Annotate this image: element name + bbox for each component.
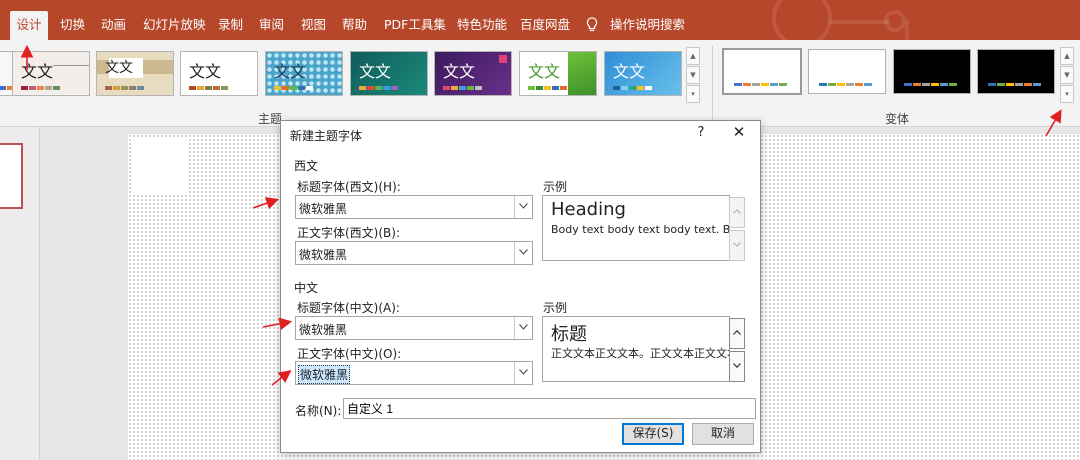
- new-theme-fonts-dialog: 新建主题字体 ? ✕ 西文 标题字体(西文)(H): 微软雅黑 正文字体(西文)…: [280, 120, 761, 453]
- ribbon-tab-bar: 设计 切换 动画 幻灯片放映 录制 审阅 视图 帮助 PDF工具集 特色功能 百…: [0, 0, 1080, 40]
- western-heading-font-label: 标题字体(西文)(H):: [297, 180, 401, 194]
- preview-body-text: 正文文本正文文本。正文文本正文文本。: [551, 347, 730, 360]
- theme-thumbnail[interactable]: 文文: [434, 51, 512, 96]
- western-font-preview: Heading Body text body text body text. B…: [542, 195, 730, 261]
- chinese-sample-label: 示例: [543, 301, 568, 315]
- slide-thumbnail[interactable]: [0, 143, 23, 209]
- theme-thumbnail[interactable]: 文文: [180, 51, 258, 96]
- preview-scroll-up[interactable]: [729, 197, 745, 228]
- preview-heading-text: Heading: [551, 199, 626, 220]
- help-button[interactable]: ?: [693, 125, 709, 140]
- themes-group-label: 主题: [258, 112, 283, 126]
- chinese-group-title: 中文: [294, 281, 319, 295]
- tab-animations[interactable]: 动画: [101, 13, 126, 40]
- western-heading-font-select[interactable]: 微软雅黑: [295, 195, 533, 219]
- preview-scroll-down[interactable]: [729, 351, 745, 382]
- chinese-body-font-select[interactable]: 微软雅黑: [295, 361, 533, 385]
- theme-thumbnail[interactable]: 文文: [265, 51, 343, 96]
- tab-record[interactable]: 录制: [218, 13, 243, 40]
- western-body-font-label: 正文字体(西文)(B):: [297, 226, 401, 240]
- chinese-font-preview: 标题 正文文本正文文本。正文文本正文文本。: [542, 316, 730, 382]
- save-button[interactable]: 保存(S): [622, 423, 684, 445]
- tab-design[interactable]: 设计: [10, 11, 48, 40]
- chinese-heading-font-select[interactable]: 微软雅黑: [295, 316, 533, 340]
- theme-thumbnail[interactable]: 文文: [96, 51, 174, 96]
- chevron-down-icon[interactable]: [514, 317, 532, 339]
- close-icon[interactable]: ✕: [730, 123, 748, 141]
- preview-body-text: Body text body text body text. Body: [551, 223, 730, 236]
- chevron-down-icon[interactable]: [514, 362, 532, 384]
- chevron-down-icon[interactable]: [514, 242, 532, 264]
- variant-thumbnail[interactable]: [977, 49, 1055, 94]
- chevron-down-icon[interactable]: [514, 196, 532, 218]
- tab-slideshow[interactable]: 幻灯片放映: [143, 13, 206, 40]
- chinese-body-font-label: 正文字体(中文)(O):: [297, 347, 402, 361]
- decor-line: [905, 20, 909, 40]
- scroll-up-icon[interactable]: ▲: [1060, 47, 1074, 65]
- theme-name-input[interactable]: [343, 398, 756, 419]
- tab-baidu-netdisk[interactable]: 百度网盘: [520, 13, 570, 40]
- tab-view[interactable]: 视图: [301, 13, 326, 40]
- tab-transitions[interactable]: 切换: [60, 13, 85, 40]
- scroll-down-icon[interactable]: ▼: [1060, 66, 1074, 84]
- decor-line: [830, 20, 890, 24]
- western-sample-label: 示例: [543, 180, 568, 194]
- preview-heading-text: 标题: [551, 324, 587, 345]
- more-icon[interactable]: ▾: [1060, 85, 1074, 103]
- theme-thumbnail[interactable]: 文文: [12, 51, 90, 96]
- preview-scroll-down[interactable]: [729, 230, 745, 261]
- western-group-title: 西文: [294, 159, 319, 173]
- dialog-title: 新建主题字体: [290, 129, 363, 143]
- ribbon-divider: [712, 46, 713, 126]
- name-label: 名称(N):: [295, 404, 342, 418]
- chinese-heading-font-label: 标题字体(中文)(A):: [297, 301, 400, 315]
- theme-thumbnail[interactable]: 文文: [519, 51, 597, 96]
- tab-help[interactable]: 帮助: [342, 13, 367, 40]
- more-icon[interactable]: ▾: [686, 85, 700, 103]
- tab-review[interactable]: 审阅: [259, 13, 284, 40]
- preview-scroll-up[interactable]: [729, 318, 745, 349]
- tab-pdf-tools[interactable]: PDF工具集: [384, 13, 446, 40]
- tell-me-search[interactable]: 操作说明搜索: [610, 13, 685, 40]
- western-body-font-select[interactable]: 微软雅黑: [295, 241, 533, 265]
- variant-thumbnail[interactable]: [808, 49, 886, 94]
- decor-circle: [772, 0, 832, 40]
- tab-special-features[interactable]: 特色功能: [457, 13, 507, 40]
- theme-thumbnail[interactable]: 文文: [604, 51, 682, 96]
- cancel-button[interactable]: 取消: [692, 423, 754, 445]
- variant-gallery-scroll: ▲ ▼ ▾: [1060, 47, 1074, 103]
- theme-gallery-scroll: ▲ ▼ ▾: [686, 47, 700, 103]
- variant-thumbnail[interactable]: [722, 48, 802, 95]
- ribbon-design: 文文 文文 文文 文文 文文 文文 文文 文文 ▲ ▼ ▾ 主题 ▲ ▼ ▾ 变…: [0, 40, 1080, 127]
- slide-thumbnail-pane: [0, 127, 40, 460]
- scroll-down-icon[interactable]: ▼: [686, 66, 700, 84]
- theme-thumbnail[interactable]: 文文: [350, 51, 428, 96]
- scroll-up-icon[interactable]: ▲: [686, 47, 700, 65]
- lightbulb-icon: [586, 17, 598, 32]
- variant-thumbnail[interactable]: [893, 49, 971, 94]
- variants-group-label: 变体: [885, 112, 910, 126]
